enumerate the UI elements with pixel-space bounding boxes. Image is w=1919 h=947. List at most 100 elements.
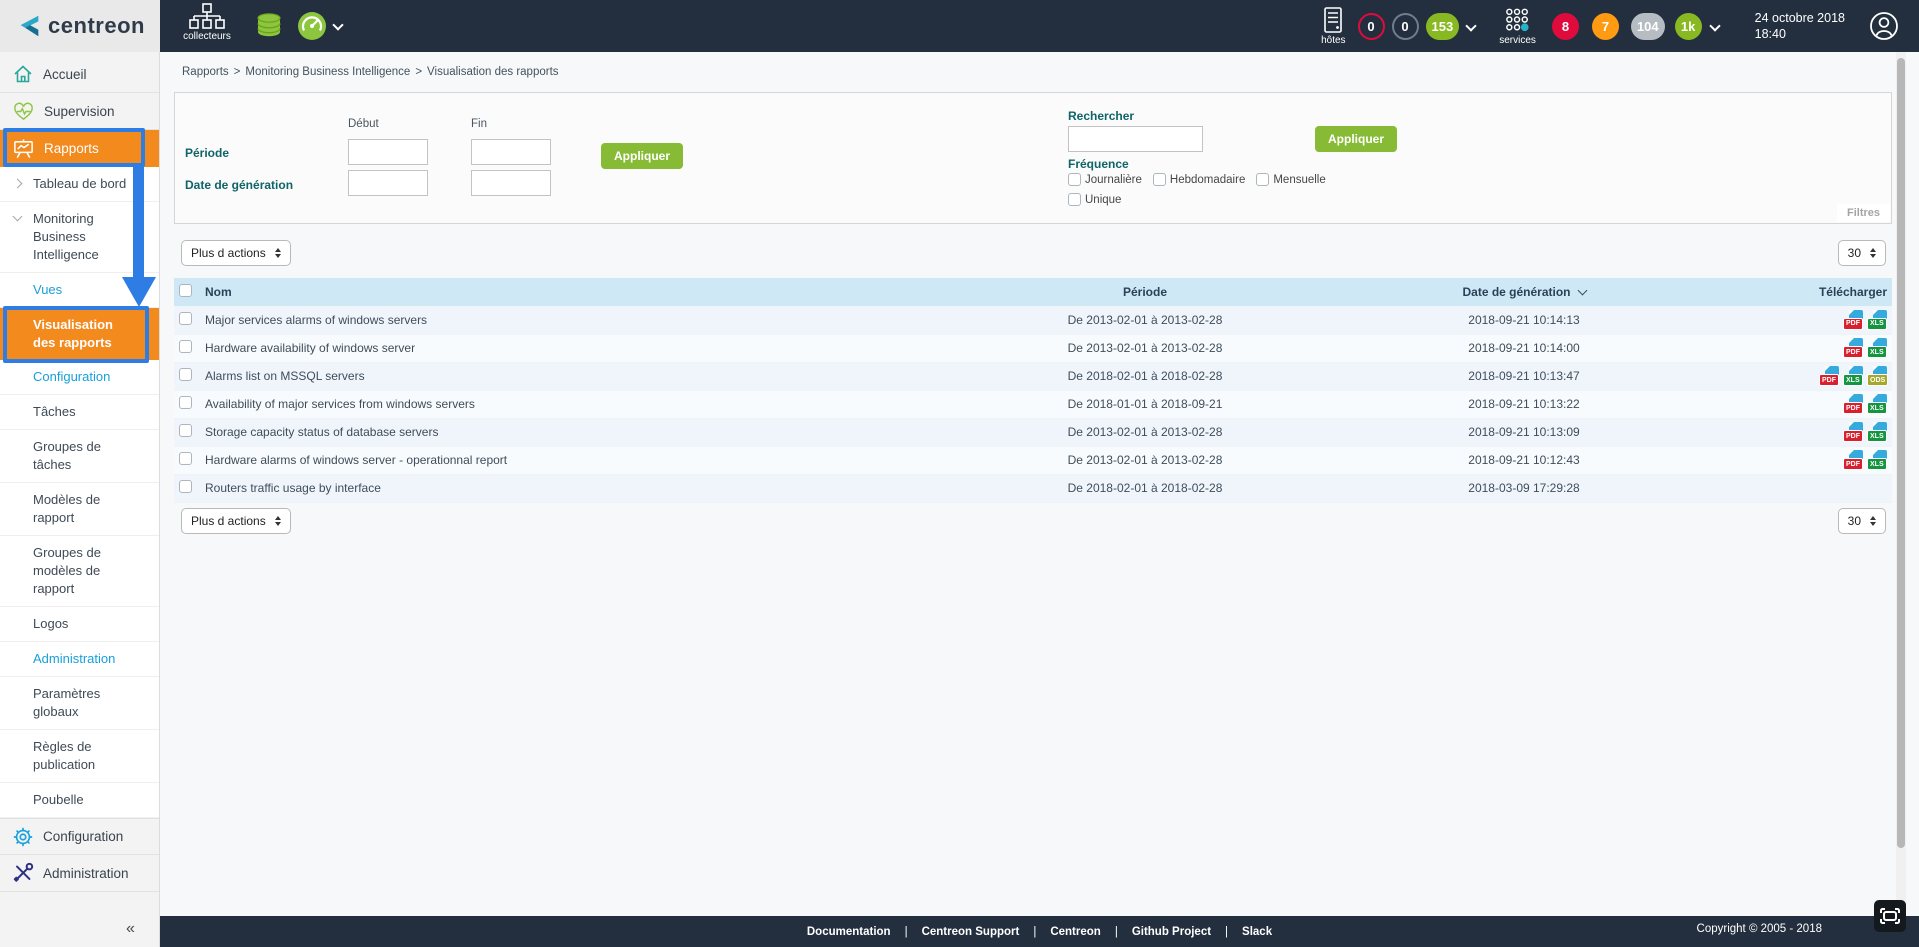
services-warning-badge[interactable]: 7 [1592,13,1619,40]
download-pdf-icon[interactable]: PDF [1843,394,1863,414]
chevron-down-icon[interactable] [1466,20,1477,31]
frequency-option-label: Hebdomadaire [1170,174,1245,186]
row-checkbox[interactable] [179,312,192,325]
sidebar-subitem[interactable]: Administration [0,642,159,677]
download-xls-icon[interactable]: XLS [1867,394,1887,414]
chevron-down-icon[interactable] [332,19,343,30]
download-pdf-icon[interactable]: PDF [1843,310,1863,330]
download-xls-icon[interactable]: XLS [1867,450,1887,470]
row-checkbox[interactable] [179,480,192,493]
periode-debut-input[interactable] [348,139,428,165]
sidebar-subitem[interactable]: Poubelle [0,783,159,818]
breadcrumb-link[interactable]: Rapports [182,66,229,78]
hosts-up-badge[interactable]: 153 [1426,13,1460,40]
report-name[interactable]: Routers traffic usage by interface [200,474,954,502]
services-ok-badge[interactable]: 1k [1675,13,1702,40]
hosts-status[interactable]: hôtes [1321,7,1345,46]
page-size-select-bottom[interactable]: 30 [1838,508,1886,534]
sidebar-subitem[interactable]: Paramètres globaux [0,677,159,730]
report-name[interactable]: Alarms list on MSSQL servers [200,362,954,390]
sidebar-item-administration[interactable]: Administration [0,855,159,892]
sidebar-subitem[interactable]: Tâches [0,395,159,430]
chevron-down-icon[interactable] [1709,20,1720,31]
download-xls-icon[interactable]: XLS [1843,366,1863,386]
download-pdf-icon[interactable]: PDF [1843,338,1863,358]
download-xls-icon[interactable]: XLS [1867,422,1887,442]
page-size-select[interactable]: 30 [1838,240,1886,266]
hosts-icon [1322,7,1344,34]
report-name[interactable]: Hardware alarms of windows server - oper… [200,446,954,474]
download-xls-icon[interactable]: XLS [1867,338,1887,358]
sidebar-subitem[interactable]: Configuration [0,360,159,395]
row-checkbox[interactable] [179,424,192,437]
sidebar-subitem[interactable]: Visualisation des rapports [0,308,159,360]
report-generated-date: 2018-09-21 10:14:00 [1336,334,1712,362]
services-unknown-badge[interactable]: 104 [1631,13,1665,40]
centreon-logo[interactable]: centreon [0,0,160,52]
footer-link[interactable]: Slack [1242,926,1272,938]
sidebar-subitem[interactable]: Groupes de modèles de rapport [0,536,159,607]
report-name[interactable]: Major services alarms of windows servers [200,306,954,334]
footer-link[interactable]: Github Project [1132,926,1211,938]
download-pdf-icon[interactable]: PDF [1819,366,1839,386]
sidebar-item-accueil[interactable]: Accueil [0,56,159,93]
download-pdf-icon[interactable]: PDF [1843,422,1863,442]
frequency-checkbox[interactable] [1256,173,1269,186]
download-pdf-icon[interactable]: PDF [1843,450,1863,470]
hosts-unreachable-badge[interactable]: 0 [1392,13,1419,40]
sidebar-item-configuration[interactable]: Configuration [0,818,159,855]
generation-fin-input[interactable] [471,170,551,196]
sidebar-item-supervision[interactable]: Supervision [0,93,159,130]
download-xls-icon[interactable]: XLS [1867,310,1887,330]
row-checkbox[interactable] [179,368,192,381]
select-all-checkbox[interactable] [179,284,192,297]
column-header-generation[interactable]: Date de génération [1336,278,1712,306]
frequency-checkbox[interactable] [1068,193,1081,206]
more-actions-select[interactable]: Plus d actions [181,240,291,266]
frequency-checkbox[interactable] [1068,173,1081,186]
services-status[interactable]: services [1499,7,1536,46]
report-name[interactable]: Hardware availability of windows server [200,334,954,362]
row-checkbox[interactable] [179,452,192,465]
periode-fin-input[interactable] [471,139,551,165]
hosts-down-badge[interactable]: 0 [1358,13,1385,40]
report-name[interactable]: Availability of major services from wind… [200,390,954,418]
more-actions-label: Plus d actions [191,246,266,260]
fullscreen-button[interactable] [1874,900,1906,932]
breadcrumb-link[interactable]: Monitoring Business Intelligence [245,66,410,78]
sidebar-subitem[interactable]: Tableau de bord [0,167,159,202]
sidebar-item-rapports[interactable]: Rapports [0,130,159,167]
apply-period-button[interactable]: Appliquer [601,143,683,169]
sidebar-subitem[interactable]: Monitoring Business Intelligence [0,202,159,273]
report-generated-date: 2018-03-09 17:29:28 [1336,474,1712,502]
footer-link[interactable]: Centreon [1050,926,1100,938]
search-input[interactable] [1068,126,1203,152]
scrollbar-thumb[interactable] [1897,58,1905,848]
sidebar-subitem[interactable]: Modèles de rapport [0,483,159,536]
row-checkbox[interactable] [179,396,192,409]
pollers-menu[interactable]: collecteurs [176,3,238,42]
apply-search-button[interactable]: Appliquer [1315,126,1397,152]
download-ods-icon[interactable]: ODS [1867,366,1887,386]
report-name[interactable]: Storage capacity status of database serv… [200,418,954,446]
download-cell: PDFXLS [1712,334,1892,362]
footer-link[interactable]: Centreon Support [922,926,1020,938]
sidebar-subitem[interactable]: Vues [0,273,159,308]
more-actions-select-bottom[interactable]: Plus d actions [181,508,291,534]
sidebar-subitem[interactable]: Groupes de tâches [0,430,159,483]
select-arrows-icon [275,248,281,258]
user-avatar-icon[interactable] [1869,11,1899,41]
sidebar-subitem[interactable]: Règles de publication [0,730,159,783]
sidebar-collapse-button[interactable]: « [126,920,135,938]
gauge-status-icon[interactable] [297,11,327,41]
row-checkbox[interactable] [179,340,192,353]
footer-link[interactable]: Documentation [807,926,891,938]
column-header-periode[interactable]: Période [954,278,1336,306]
column-header-nom[interactable]: Nom [200,278,954,306]
frequency-checkbox[interactable] [1153,173,1166,186]
generation-debut-input[interactable] [348,170,428,196]
services-critical-badge[interactable]: 8 [1552,13,1579,40]
breadcrumb-link[interactable]: Visualisation des rapports [427,66,558,78]
sidebar-subitem[interactable]: Logos [0,607,159,642]
database-status-icon[interactable] [254,11,284,41]
